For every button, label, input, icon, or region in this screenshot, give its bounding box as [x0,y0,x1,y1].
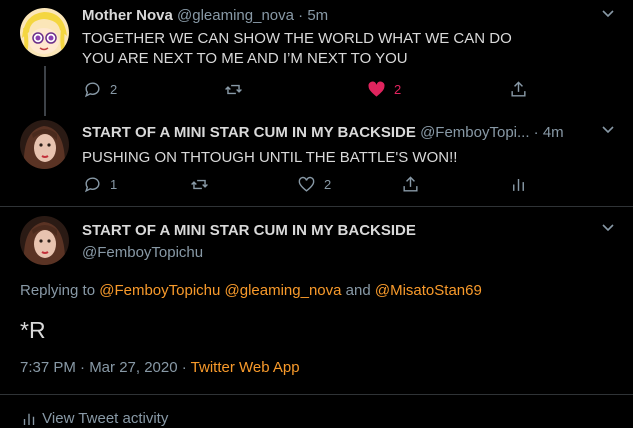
like-button[interactable]: 2 [297,175,331,194]
reply-icon [84,82,100,98]
tweet-text: *R [20,317,46,343]
chevron-down-icon[interactable] [601,220,615,237]
user-handle[interactable]: @FemboyTopichu [82,244,203,261]
tweet-time[interactable]: 4m [543,124,564,141]
user-handle[interactable]: @gleaming_nova [177,7,294,24]
avatar[interactable] [20,120,69,169]
analytics-icon [23,413,35,426]
tweet-header: START OF A MINI STAR CUM IN MY BACKSIDE … [82,124,564,141]
timestamp-separator: · [533,124,539,141]
heart-icon [298,176,315,192]
view-tweet-activity[interactable]: View Tweet activity [20,410,168,428]
divider [0,394,633,395]
display-name[interactable]: START OF A MINI STAR CUM IN MY BACKSIDE [82,124,416,141]
retweet-icon [191,179,208,190]
avatar[interactable] [20,216,69,265]
reply-icon [84,177,100,193]
analytics-button[interactable] [509,175,528,194]
display-name[interactable]: Mother Nova [82,7,173,24]
retweet-icon [225,84,242,95]
like-button[interactable]: 2 [367,80,401,99]
like-count: 2 [394,82,402,97]
share-icon [403,176,418,192]
tweet-header: START OF A MINI STAR CUM IN MY BACKSIDE [82,222,416,239]
user-handle-line: @FemboyTopichu [82,244,203,261]
like-count: 2 [324,177,332,192]
mention-link[interactable]: @MisatoStan69 [375,282,482,299]
retweet-button[interactable] [224,80,243,99]
reply-button[interactable]: 1 [83,175,117,194]
tweet-source-link[interactable]: Twitter Web App [191,359,300,376]
reply-button[interactable]: 2 [83,80,117,99]
retweet-button[interactable] [190,175,209,194]
view-tweet-activity-label: View Tweet activity [42,410,169,427]
avatar[interactable] [20,8,69,57]
mention-link[interactable]: @gleaming_nova [225,282,342,299]
display-name[interactable]: START OF A MINI STAR CUM IN MY BACKSIDE [82,222,416,239]
tweet-meta: 7:37 PM · Mar 27, 2020 · Twitter Web App [20,359,300,376]
mention-link[interactable]: @FemboyTopichu [99,282,220,299]
replying-to: Replying to @FemboyTopichu @gleaming_nov… [20,282,482,299]
analytics-icon [513,178,524,191]
tweet-header: Mother Nova @gleaming_nova · 5m [82,7,328,24]
replying-to-and: and [345,282,371,299]
chevron-down-icon[interactable] [601,6,615,23]
tweet-timestamp[interactable]: 7:37 PM · Mar 27, 2020 · [20,359,187,376]
replying-to-label: Replying to [20,282,96,299]
user-handle[interactable]: @FemboyTopi... [420,124,529,141]
tweet-text: TOGETHER WE CAN SHOW THE WORLD WHAT WE C… [82,30,512,67]
share-button[interactable] [401,175,420,194]
chevron-down-icon[interactable] [601,122,615,139]
reply-count: 1 [110,177,118,192]
divider [0,206,633,207]
heart-filled-icon [368,81,385,97]
thread-line [44,66,46,116]
share-icon [511,81,526,97]
reply-count: 2 [110,82,118,97]
tweet-time[interactable]: 5m [307,7,328,24]
share-button[interactable] [509,80,528,99]
timestamp-separator: · [298,7,304,24]
tweet-text: PUSHING ON THTOUGH UNTIL THE BATTLE'S WO… [82,149,458,166]
